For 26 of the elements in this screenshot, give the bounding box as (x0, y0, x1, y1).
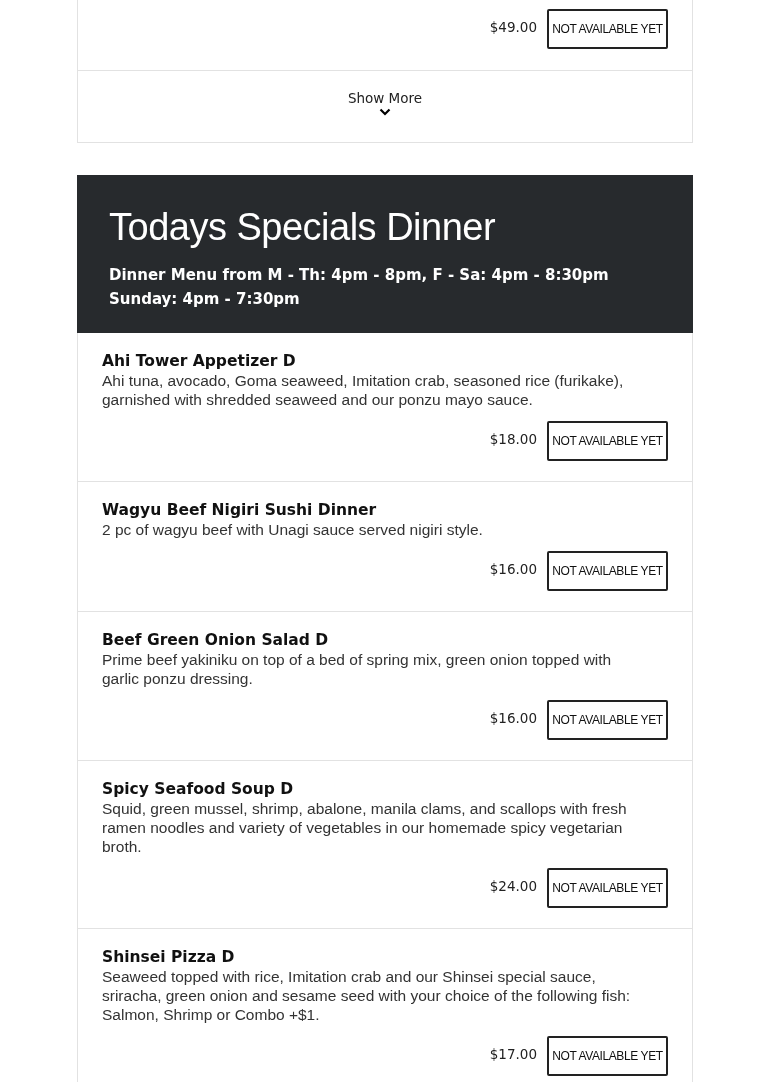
show-more-button[interactable]: Show More (347, 90, 423, 116)
section-title: Todays Specials Dinner (109, 205, 497, 250)
price: $24.00 (489, 878, 537, 894)
item-description: 2 pc of wagyu beef with Unagi sauce served nigiri style. (102, 520, 484, 539)
price: $16.00 (489, 710, 537, 726)
price: $17.00 (489, 1046, 537, 1062)
price: $49.00 (489, 19, 537, 35)
not-available-button[interactable]: NOT AVAILABLE YET (547, 1036, 668, 1076)
section-hours: Dinner Menu from M - Th: 4pm - 8pm, F - Sa: 4pm - 8:30pm Sunday: 4pm - 7:30pm (109, 265, 610, 310)
not-available-button[interactable]: NOT AVAILABLE YET (547, 868, 668, 908)
item-name: Beef Green Onion Salad D (102, 630, 330, 650)
price: $16.00 (489, 561, 537, 577)
not-available-button[interactable]: NOT AVAILABLE YET (547, 9, 668, 49)
item-description: Seaweed topped with rice, Imitation crab and our Shinsei special sauce, sriracha, green onion and sesame seed with your choice of the following fish: Salmon, Shrimp or Combo +$1. (102, 967, 632, 1024)
item-description: Ahi tuna, avocado, Goma seaweed, Imitation crab, seasoned rice (furikake), garnished with shredded seaweed and our ponzu mayo sauce. (102, 371, 625, 409)
chevron-down-icon (379, 108, 391, 116)
item-name: Ahi Tower Appetizer D (102, 351, 297, 371)
item-name: Spicy Seafood Soup D (102, 779, 295, 799)
item-description: Prime beef yakiniku on top of a bed of spring mix, green onion topped with garlic ponzu dressing. (102, 650, 613, 688)
item-description: Squid, green mussel, shrimp, abalone, manila clams, and scallops with fresh ramen noodles and variety of vegetables in our homemade spicy vegetarian broth. (102, 799, 628, 856)
not-available-button[interactable]: NOT AVAILABLE YET (547, 551, 668, 591)
not-available-button[interactable]: NOT AVAILABLE YET (547, 700, 668, 740)
item-name: Shinsei Pizza D (102, 947, 236, 967)
item-name: Wagyu Beef Nigiri Sushi Dinner (102, 500, 378, 520)
price: $18.00 (489, 431, 537, 447)
not-available-button[interactable]: NOT AVAILABLE YET (547, 421, 668, 461)
